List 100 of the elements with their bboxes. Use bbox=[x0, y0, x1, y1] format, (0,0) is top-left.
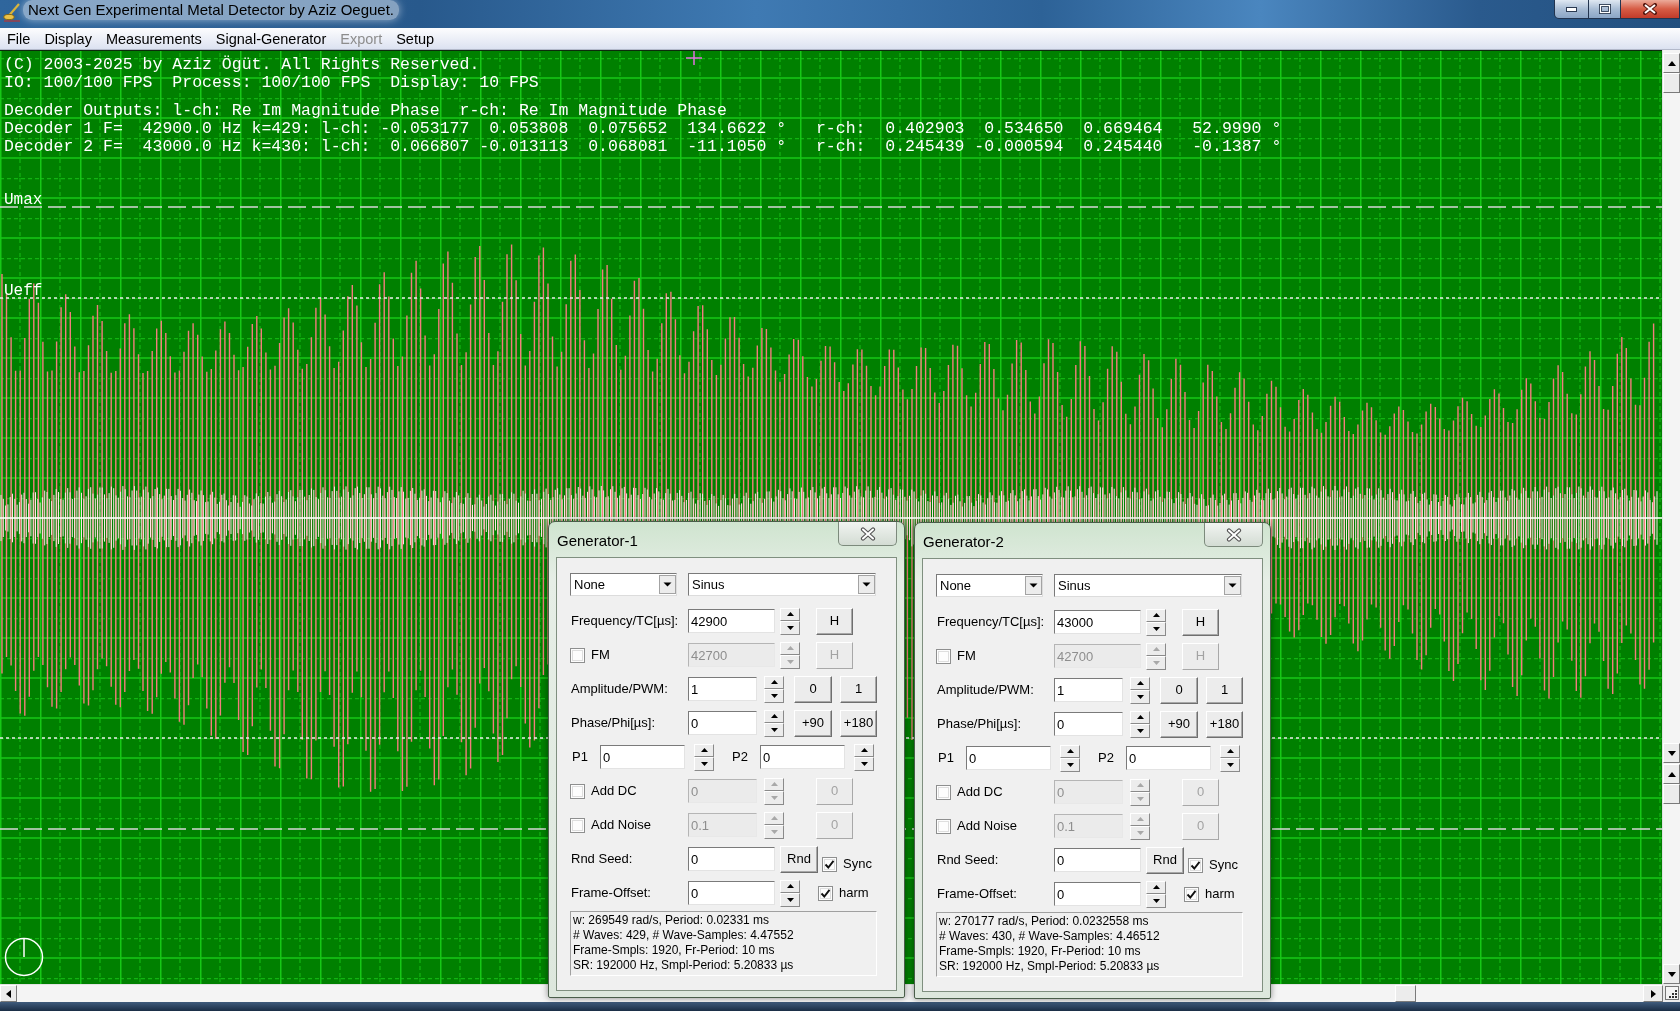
scroll-up-button[interactable] bbox=[1663, 53, 1680, 73]
maximize-button[interactable] bbox=[1589, 0, 1621, 19]
scrollbar-thumb[interactable] bbox=[1395, 985, 1416, 1002]
decoder-output-text: Decoder 2 F= 43000.0 Hz k=430: l-ch: 0.066807 -0.013113 0.068081 -11.1050 ° r-ch: 0.245439 -0.000594 0.245440 -0.1387 ° bbox=[4, 138, 1282, 156]
down-arrow-icon bbox=[1226, 762, 1234, 767]
scroll-down-button[interactable] bbox=[1663, 964, 1680, 984]
spin-up-button[interactable] bbox=[1060, 744, 1080, 758]
dropdown[interactable]: None bbox=[570, 573, 677, 596]
scrollbar-thumb[interactable] bbox=[1663, 784, 1680, 804]
vertical-scrollbar[interactable] bbox=[1662, 50, 1680, 764]
spin-up-button[interactable] bbox=[1146, 608, 1166, 622]
spin-up-button[interactable] bbox=[1220, 744, 1240, 758]
spin-down-button[interactable] bbox=[1146, 622, 1166, 636]
input-field[interactable]: 0 bbox=[600, 745, 685, 769]
scroll-left-button[interactable] bbox=[0, 985, 17, 1002]
spin-down-button[interactable] bbox=[780, 893, 800, 907]
scrollbar-thumb[interactable] bbox=[1663, 73, 1680, 93]
input-field[interactable]: 0 bbox=[966, 746, 1051, 770]
checkbox-label: Sync bbox=[843, 855, 872, 874]
input-field[interactable]: 0 bbox=[1054, 712, 1123, 736]
field-label: Amplitude/PWM: bbox=[936, 681, 1034, 700]
action-button[interactable]: Rnd bbox=[780, 845, 818, 873]
close-icon bbox=[1225, 527, 1242, 542]
action-button[interactable]: 1 bbox=[1206, 676, 1243, 704]
dropdown[interactable]: Sinus bbox=[688, 573, 876, 596]
action-button[interactable]: H bbox=[816, 607, 853, 635]
down-arrow-icon bbox=[1152, 660, 1160, 665]
input-field[interactable]: 0 bbox=[1054, 882, 1141, 906]
menu-item[interactable]: Display bbox=[37, 29, 99, 48]
input-field[interactable]: 1 bbox=[1054, 678, 1123, 702]
input-field[interactable]: 0 bbox=[1054, 848, 1141, 872]
up-arrow-icon bbox=[1066, 749, 1074, 754]
scroll-up-button[interactable] bbox=[1663, 764, 1680, 784]
spin-up-button[interactable] bbox=[694, 743, 714, 757]
spin-up-button[interactable] bbox=[780, 879, 800, 893]
spin-up-button[interactable] bbox=[1130, 710, 1150, 724]
up-arrow-icon bbox=[1152, 885, 1160, 890]
close-button[interactable] bbox=[1621, 0, 1680, 19]
action-button[interactable]: +90 bbox=[794, 709, 832, 737]
checkbox[interactable] bbox=[818, 885, 833, 901]
spin-up-button[interactable] bbox=[764, 675, 784, 689]
scroll-right-button[interactable] bbox=[1643, 985, 1663, 1002]
up-arrow-icon bbox=[1136, 681, 1144, 686]
action-button[interactable]: H bbox=[1182, 608, 1219, 636]
field-label: Frame-Offset: bbox=[570, 884, 651, 903]
spin-down-button[interactable] bbox=[1146, 894, 1166, 908]
spin-down-button[interactable] bbox=[854, 757, 874, 771]
vertical-scrollbar[interactable] bbox=[1662, 764, 1680, 984]
spin-down-button[interactable] bbox=[764, 723, 784, 737]
spin-down-button[interactable] bbox=[1130, 690, 1150, 704]
spin-up-button[interactable] bbox=[1130, 676, 1150, 690]
spin-up-button[interactable] bbox=[854, 743, 874, 757]
decoder-output-text: Decoder 1 F= 42900.0 Hz k=429: l-ch: -0.053177 0.053808 0.075652 134.6622 ° r-ch: 0.402903 0.534650 0.669464 52.9990 ° bbox=[4, 120, 1282, 138]
input-field[interactable]: 43000 bbox=[1054, 610, 1141, 634]
input-field[interactable]: 1 bbox=[688, 677, 757, 701]
caret-icon bbox=[659, 575, 676, 594]
menu-item[interactable]: Measurements bbox=[98, 29, 209, 48]
checkbox[interactable] bbox=[1188, 857, 1203, 873]
checkbox[interactable] bbox=[822, 856, 837, 872]
down-arrow-icon bbox=[1136, 796, 1144, 801]
dropdown[interactable]: None bbox=[936, 574, 1043, 597]
minimize-button[interactable] bbox=[1554, 0, 1589, 19]
info-text: Frame-Smpls: 1920, Fr-Period: 10 ms bbox=[573, 943, 775, 958]
spin-down-button[interactable] bbox=[780, 621, 800, 635]
down-arrow-icon bbox=[786, 625, 794, 630]
dropdown[interactable]: Sinus bbox=[1054, 574, 1242, 597]
spin-down-button[interactable] bbox=[1130, 724, 1150, 738]
menu-item[interactable]: Signal-Generator bbox=[208, 29, 334, 48]
menu-item[interactable]: Setup bbox=[389, 29, 442, 48]
checkbox-label: FM bbox=[957, 647, 976, 666]
menu-item[interactable]: File bbox=[0, 29, 38, 48]
action-button[interactable]: +90 bbox=[1160, 710, 1198, 738]
up-arrow-icon bbox=[700, 748, 708, 753]
input-field[interactable]: 0 bbox=[688, 711, 757, 735]
up-arrow-icon bbox=[1667, 60, 1676, 66]
action-button[interactable]: 0 bbox=[1160, 676, 1198, 704]
input-field[interactable]: 0 bbox=[688, 881, 775, 905]
action-button[interactable]: 1 bbox=[840, 675, 877, 703]
resize-grip-icon bbox=[1664, 986, 1679, 1000]
action-button[interactable]: +180 bbox=[1206, 710, 1243, 738]
input-field[interactable]: 42900 bbox=[688, 609, 775, 633]
scroll-down-button[interactable] bbox=[1663, 743, 1680, 763]
up-arrow-icon bbox=[1226, 749, 1234, 754]
spin-down-button[interactable] bbox=[1060, 758, 1080, 772]
input-field[interactable]: 0 bbox=[1126, 746, 1211, 770]
spin-up-button[interactable] bbox=[780, 607, 800, 621]
spin-up-button[interactable] bbox=[1146, 880, 1166, 894]
action-button[interactable]: Rnd bbox=[1146, 846, 1184, 874]
spin-down-button[interactable] bbox=[694, 757, 714, 771]
checkbox[interactable] bbox=[1184, 886, 1199, 902]
dial-icon bbox=[4, 937, 44, 977]
spin-down-button[interactable] bbox=[764, 689, 784, 703]
input-field[interactable]: 0 bbox=[760, 745, 845, 769]
action-button[interactable]: 0 bbox=[794, 675, 832, 703]
spin-down-button[interactable] bbox=[1220, 758, 1240, 772]
spin-up-button[interactable] bbox=[764, 709, 784, 723]
checkbox-label: harm bbox=[1205, 885, 1235, 904]
minimize-icon bbox=[1566, 6, 1577, 12]
action-button[interactable]: +180 bbox=[840, 709, 877, 737]
input-field[interactable]: 0 bbox=[688, 847, 775, 871]
